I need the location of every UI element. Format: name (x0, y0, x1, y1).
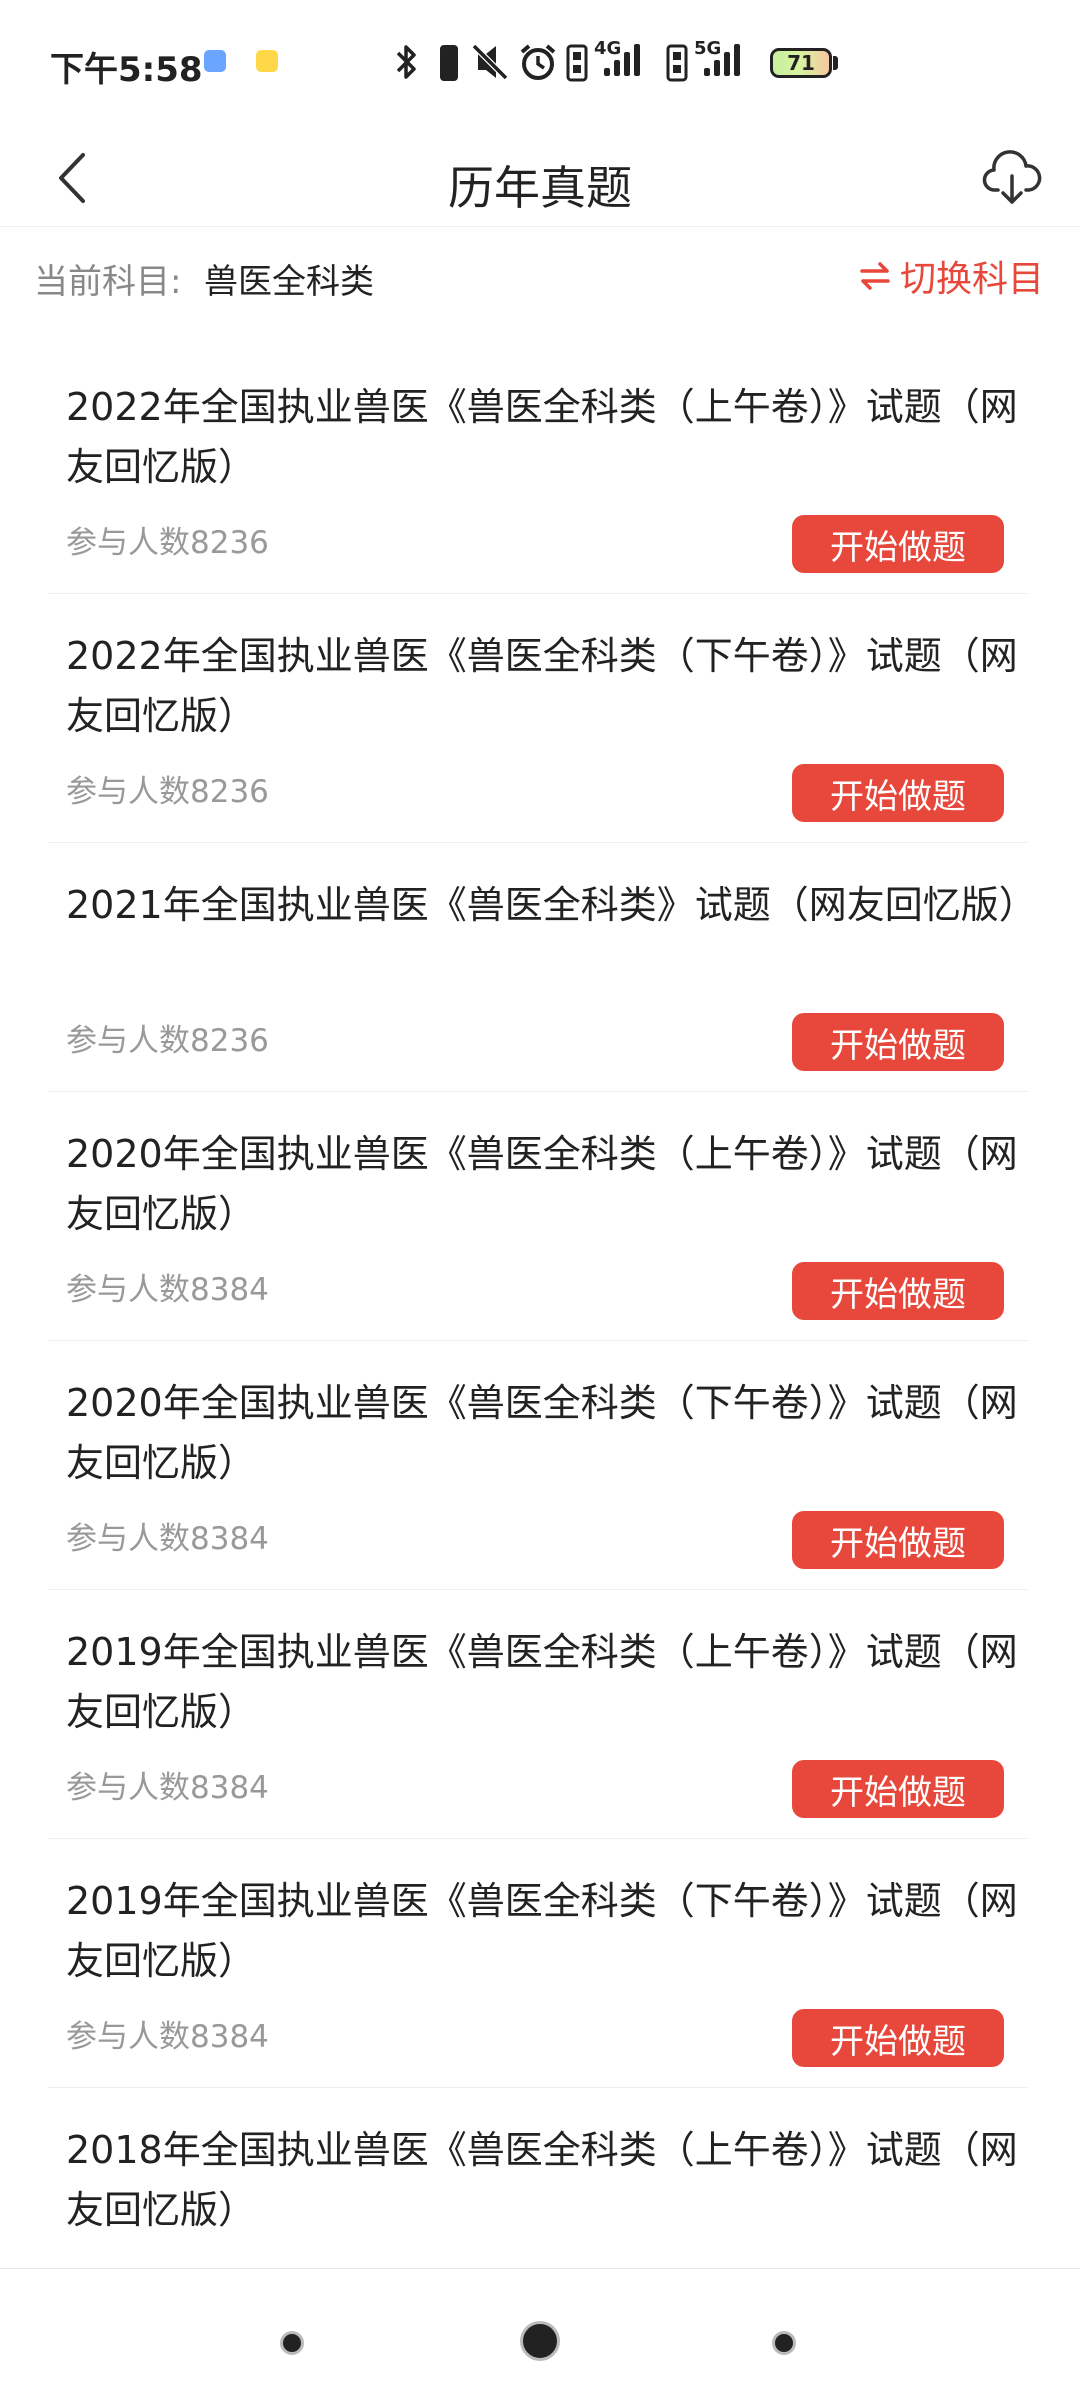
exam-title: 2021年全国执业兽医《兽医全科类》试题（网友回忆版） (66, 883, 1037, 927)
nav-home-button[interactable] (520, 2321, 560, 2361)
participant-count: 参与人数8236 (66, 774, 269, 810)
subject-row: 当前科目: 兽医全科类 切换科目 (0, 236, 1080, 316)
vibrate-icon (438, 44, 460, 86)
exam-title: 2018年全国执业兽医《兽医全科类（上午卷）》试题（网友回忆版） (66, 2128, 1018, 2232)
exam-title: 2022年全国执业兽医《兽医全科类（上午卷）》试题（网友回忆版） (66, 385, 1018, 489)
switch-subject-label: 切换科目 (899, 259, 1044, 300)
alarm-icon (518, 42, 558, 86)
signal-4g: 4G (588, 38, 640, 76)
nav-recents-button[interactable] (772, 2331, 796, 2355)
screen: 下午5:58 4G 5G 71 历年真题 当前科目: 兽医全科类 切换科目 20… (0, 0, 1080, 2400)
system-navigation-bar (0, 2268, 1080, 2400)
network-type-1: 4G (594, 38, 622, 59)
status-bar: 下午5:58 4G 5G 71 (0, 0, 1080, 130)
battery-icon: 71 (770, 48, 832, 78)
start-quiz-button[interactable]: 开始做题 (792, 1511, 1004, 1569)
swap-icon (860, 262, 890, 290)
exam-list: 2022年全国执业兽医《兽医全科类（上午卷）》试题（网友回忆版） 参与人数823… (48, 345, 1037, 2288)
participant-count: 参与人数8384 (66, 2019, 269, 2055)
list-item[interactable]: 2019年全国执业兽医《兽医全科类（上午卷）》试题（网友回忆版） 参与人数838… (48, 1590, 1028, 1839)
battery-tip (833, 56, 838, 70)
participant-count: 参与人数8384 (66, 1770, 269, 1806)
list-item[interactable]: 2020年全国执业兽医《兽医全科类（下午卷）》试题（网友回忆版） 参与人数838… (48, 1341, 1028, 1590)
participant-count: 参与人数8384 (66, 1272, 269, 1308)
mute-icon (470, 42, 510, 86)
page-title: 历年真题 (448, 161, 632, 215)
cloud-download-icon (982, 150, 1042, 204)
exam-title: 2020年全国执业兽医《兽医全科类（上午卷）》试题（网友回忆版） (66, 1132, 1018, 1236)
message-notification-icon (256, 50, 278, 72)
subject-label: 当前科目: (34, 262, 182, 302)
app-notification-icon (204, 50, 226, 72)
app-header: 历年真题 (0, 130, 1080, 227)
start-quiz-button[interactable]: 开始做题 (792, 2009, 1004, 2067)
exam-title: 2019年全国执业兽医《兽医全科类（上午卷）》试题（网友回忆版） (66, 1630, 1018, 1734)
participant-count: 参与人数8236 (66, 1023, 269, 1059)
signal-5g: 5G (688, 38, 740, 76)
start-quiz-button[interactable]: 开始做题 (792, 1760, 1004, 1818)
participant-count: 参与人数8236 (66, 525, 269, 561)
switch-subject-button[interactable]: 切换科目 (858, 250, 1044, 302)
sim1-icon (566, 44, 588, 86)
start-quiz-button[interactable]: 开始做题 (792, 515, 1004, 573)
exam-title: 2020年全国执业兽医《兽医全科类（下午卷）》试题（网友回忆版） (66, 1381, 1018, 1485)
subject-value: 兽医全科类 (204, 262, 374, 302)
start-quiz-button[interactable]: 开始做题 (792, 1262, 1004, 1320)
participant-count: 参与人数8384 (66, 1521, 269, 1557)
list-item[interactable]: 2020年全国执业兽医《兽医全科类（上午卷）》试题（网友回忆版） 参与人数838… (48, 1092, 1028, 1341)
bluetooth-icon (394, 42, 420, 86)
list-item[interactable]: 2018年全国执业兽医《兽医全科类（上午卷）》试题（网友回忆版） (48, 2088, 1028, 2288)
sim2-icon (666, 44, 688, 86)
list-item[interactable]: 2022年全国执业兽医《兽医全科类（上午卷）》试题（网友回忆版） 参与人数823… (48, 345, 1028, 594)
list-item[interactable]: 2019年全国执业兽医《兽医全科类（下午卷）》试题（网友回忆版） 参与人数838… (48, 1839, 1028, 2088)
battery-level: 71 (787, 51, 815, 75)
exam-title: 2019年全国执业兽医《兽医全科类（下午卷）》试题（网友回忆版） (66, 1879, 1018, 1983)
list-item[interactable]: 2022年全国执业兽医《兽医全科类（下午卷）》试题（网友回忆版） 参与人数823… (48, 594, 1028, 843)
start-quiz-button[interactable]: 开始做题 (792, 764, 1004, 822)
list-item[interactable]: 2021年全国执业兽医《兽医全科类》试题（网友回忆版） 参与人数8236 开始做… (48, 843, 1037, 1092)
network-type-2: 5G (694, 38, 722, 59)
exam-title: 2022年全国执业兽医《兽医全科类（下午卷）》试题（网友回忆版） (66, 634, 1018, 738)
start-quiz-button[interactable]: 开始做题 (792, 1013, 1004, 1071)
status-time: 下午5:58 (50, 50, 203, 90)
download-button[interactable] (980, 146, 1044, 210)
nav-back-button[interactable] (280, 2331, 304, 2355)
